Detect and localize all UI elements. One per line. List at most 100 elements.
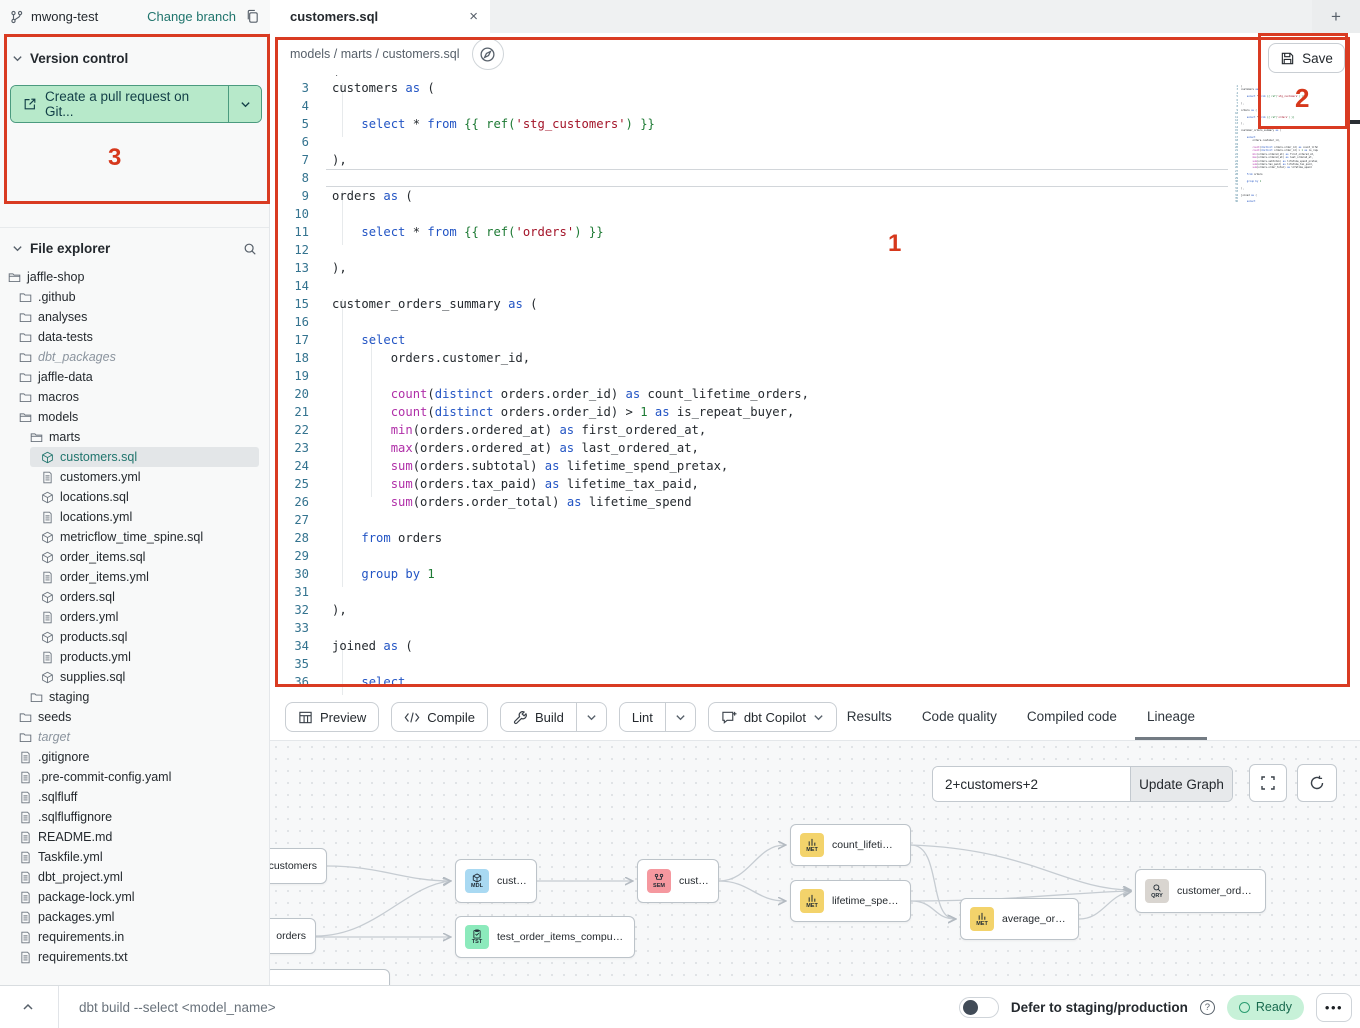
code-line-27[interactable]: 27 — [270, 511, 1360, 529]
tree-item-README.md[interactable]: README.md — [0, 827, 269, 847]
tab-lineage[interactable]: Lineage — [1135, 695, 1207, 740]
tree-item-order_items.sql[interactable]: order_items.sql — [0, 547, 269, 567]
refresh-button[interactable] — [1297, 764, 1337, 802]
update-graph-button[interactable]: Update Graph — [1130, 767, 1232, 801]
create-pull-request-caret[interactable] — [228, 86, 261, 122]
tree-item-.github[interactable]: .github — [0, 287, 269, 307]
tree-item-dbt_project.yml[interactable]: dbt_project.yml — [0, 867, 269, 887]
code-line-14[interactable]: 14 — [270, 277, 1360, 295]
tree-item-requirements.txt[interactable]: requirements.txt — [0, 947, 269, 967]
tree-item-orders.sql[interactable]: orders.sql — [0, 587, 269, 607]
code-line-30[interactable]: 30 group by 1 — [270, 565, 1360, 583]
dbt-copilot-button[interactable]: dbt Copilot — [708, 702, 837, 732]
tree-item-macros[interactable]: macros — [0, 387, 269, 407]
tree-item-seeds[interactable]: seeds — [0, 707, 269, 727]
tree-item-products.sql[interactable]: products.sql — [0, 627, 269, 647]
code-line-22[interactable]: 22 min(orders.ordered_at) as first_order… — [270, 421, 1360, 439]
command-input[interactable] — [79, 1000, 559, 1015]
compass-icon[interactable] — [472, 38, 504, 70]
new-tab-button[interactable]: + — [1331, 7, 1341, 27]
tree-item-.sqlfluffignore[interactable]: .sqlfluffignore — [0, 807, 269, 827]
tab-results[interactable]: Results — [835, 695, 904, 740]
code-line-6[interactable]: 6 — [270, 133, 1360, 151]
code-line-17[interactable]: 17 select — [270, 331, 1360, 349]
create-pull-request-main[interactable]: Create a pull request on Git... — [11, 86, 228, 122]
copy-icon[interactable] — [245, 9, 260, 24]
close-icon[interactable]: × — [469, 9, 478, 24]
tree-item-packages.yml[interactable]: packages.yml — [0, 907, 269, 927]
tree-item-products.yml[interactable]: products.yml — [0, 647, 269, 667]
tree-item-locations.yml[interactable]: locations.yml — [0, 507, 269, 527]
code-line-23[interactable]: 23 max(orders.ordered_at) as last_ordere… — [270, 439, 1360, 457]
chevron-up-icon[interactable] — [22, 1001, 34, 1013]
fullscreen-button[interactable] — [1249, 764, 1287, 802]
defer-toggle[interactable] — [959, 997, 999, 1018]
code-line-34[interactable]: 34joined as ( — [270, 637, 1360, 655]
code-line-19[interactable]: 19 — [270, 367, 1360, 385]
tree-item-order_items.yml[interactable]: order_items.yml — [0, 567, 269, 587]
lineage-node-customers-semantic[interactable]: SEMcustomers — [637, 859, 719, 903]
lineage-node-test-order-items[interactable]: TSTtest_order_items_compute_to_bools... — [455, 916, 635, 958]
code-line-12[interactable]: 12 — [270, 241, 1360, 259]
tree-item-analyses[interactable]: analyses — [0, 307, 269, 327]
lineage-node-stg-customers[interactable]: stg_customers — [270, 848, 327, 884]
file-explorer-header[interactable]: File explorer — [0, 227, 269, 263]
tree-item-metricflow_time_spine.sql[interactable]: metricflow_time_spine.sql — [0, 527, 269, 547]
search-icon[interactable] — [243, 242, 257, 256]
compile-button[interactable]: Compile — [391, 702, 488, 732]
tree-item-package-lock.yml[interactable]: package-lock.yml — [0, 887, 269, 907]
tree-item-.pre-commit-config.yaml[interactable]: .pre-commit-config.yaml — [0, 767, 269, 787]
create-pull-request-button[interactable]: Create a pull request on Git... — [10, 85, 262, 123]
code-line-16[interactable]: 16 — [270, 313, 1360, 331]
tree-item-requirements.in[interactable]: requirements.in — [0, 927, 269, 947]
tree-item-marts[interactable]: marts — [0, 427, 269, 447]
tree-item-dbt_packages[interactable]: dbt_packages — [0, 347, 269, 367]
code-area[interactable]: 2(3customers as (45 select * from {{ ref… — [270, 75, 1360, 695]
change-branch-link[interactable]: Change branch — [147, 9, 236, 24]
tree-item-jaffle-data[interactable]: jaffle-data — [0, 367, 269, 387]
lineage-selector-input[interactable] — [933, 767, 1130, 801]
tree-item-Taskfile.yml[interactable]: Taskfile.yml — [0, 847, 269, 867]
code-line-7[interactable]: 7), — [270, 151, 1360, 169]
code-line-32[interactable]: 32), — [270, 601, 1360, 619]
lint-caret[interactable] — [665, 703, 695, 731]
tree-item-data-tests[interactable]: data-tests — [0, 327, 269, 347]
save-button[interactable]: Save — [1268, 43, 1345, 73]
code-line-4[interactable]: 4 — [270, 97, 1360, 115]
lineage-node-lifetime-spend-pretax[interactable]: METlifetime_spend_pretax — [790, 880, 911, 922]
version-control-header[interactable]: Version control — [0, 43, 269, 73]
preview-button[interactable]: Preview — [285, 702, 379, 732]
lineage-node-partial-node[interactable] — [270, 969, 390, 985]
code-line-29[interactable]: 29 — [270, 547, 1360, 565]
code-line-33[interactable]: 33 — [270, 619, 1360, 637]
tree-item-.gitignore[interactable]: .gitignore — [0, 747, 269, 767]
code-line-8[interactable]: 8 — [270, 169, 1360, 187]
code-line-10[interactable]: 10 — [270, 205, 1360, 223]
help-icon[interactable]: ? — [1200, 1000, 1215, 1015]
tree-item-locations.sql[interactable]: locations.sql — [0, 487, 269, 507]
lineage-node-average-order-value[interactable]: METaverage_order_value — [960, 898, 1079, 940]
code-line-9[interactable]: 9orders as ( — [270, 187, 1360, 205]
code-line-5[interactable]: 5 select * from {{ ref('stg_customers') … — [270, 115, 1360, 133]
code-line-25[interactable]: 25 sum(orders.tax_paid) as lifetime_tax_… — [270, 475, 1360, 493]
lineage-node-count-lifetime-orders[interactable]: METcount_lifetime_orders — [790, 824, 911, 866]
build-caret[interactable] — [576, 703, 606, 731]
build-button[interactable]: Build — [500, 702, 607, 732]
tree-item-customers.sql[interactable]: customers.sql — [30, 447, 259, 467]
code-line-13[interactable]: 13), — [270, 259, 1360, 277]
code-line-35[interactable]: 35 — [270, 655, 1360, 673]
code-line-28[interactable]: 28 from orders — [270, 529, 1360, 547]
tab-code-quality[interactable]: Code quality — [910, 695, 1009, 740]
more-options-button[interactable]: ••• — [1316, 993, 1352, 1022]
tab-customers-sql[interactable]: customers.sql × — [270, 0, 490, 33]
code-line-26[interactable]: 26 sum(orders.order_total) as lifetime_s… — [270, 493, 1360, 511]
tree-item-customers.yml[interactable]: customers.yml — [0, 467, 269, 487]
code-line-3[interactable]: 3customers as ( — [270, 79, 1360, 97]
tree-item-models[interactable]: models — [0, 407, 269, 427]
tree-item-jaffle-shop[interactable]: jaffle-shop — [0, 267, 269, 287]
lineage-node-customers-model[interactable]: MDLcustomers — [455, 859, 537, 903]
tree-item-supplies.sql[interactable]: supplies.sql — [0, 667, 269, 687]
code-line-15[interactable]: 15customer_orders_summary as ( — [270, 295, 1360, 313]
code-line-31[interactable]: 31 — [270, 583, 1360, 601]
tab-compiled-code[interactable]: Compiled code — [1015, 695, 1129, 740]
